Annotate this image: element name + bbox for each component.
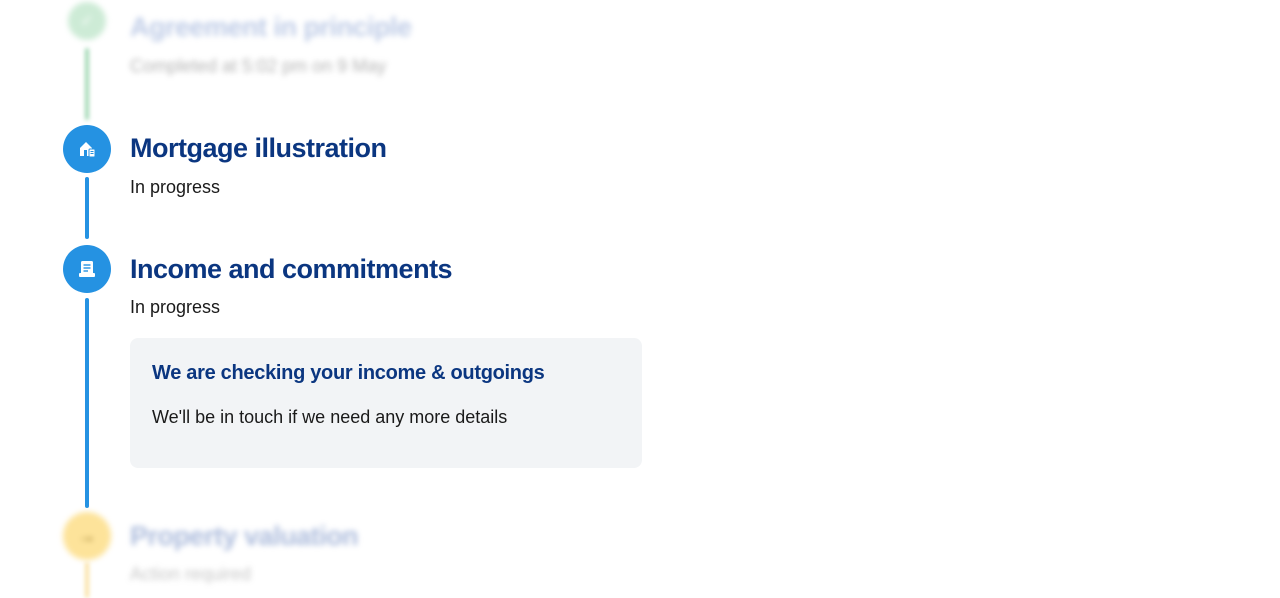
step-title-income-and-commitments: Income and commitments [130,254,453,284]
connector-in-progress [85,177,89,239]
step-title-mortgage-illustration: Mortgage illustration [130,133,387,163]
step-status-mortgage-illustration: In progress [130,177,221,197]
info-card: We are checking your income & outgoings … [130,338,642,468]
info-card-body: We'll be in touch if we need any more de… [152,407,508,427]
check-icon: ✓ [68,2,106,40]
connector-completed [85,48,89,120]
step-status-income-and-commitments: In progress [130,297,221,317]
connector-in-progress [85,298,89,508]
document-icon [63,245,111,293]
arrow-right-icon: → [63,512,111,560]
house-document-icon [63,125,111,173]
progress-timeline: ✓ Agreement in principle Completed at 5:… [0,0,1280,598]
connector-pending [85,562,89,598]
step-title-property-valuation: Property valuation [130,521,359,551]
step-title-agreement-in-principle: Agreement in principle [130,12,412,42]
info-card-title: We are checking your income & outgoings [152,362,545,384]
step-status-agreement-in-principle: Completed at 5:02 pm on 9 May [130,56,387,76]
step-status-property-valuation: Action required [130,564,252,584]
